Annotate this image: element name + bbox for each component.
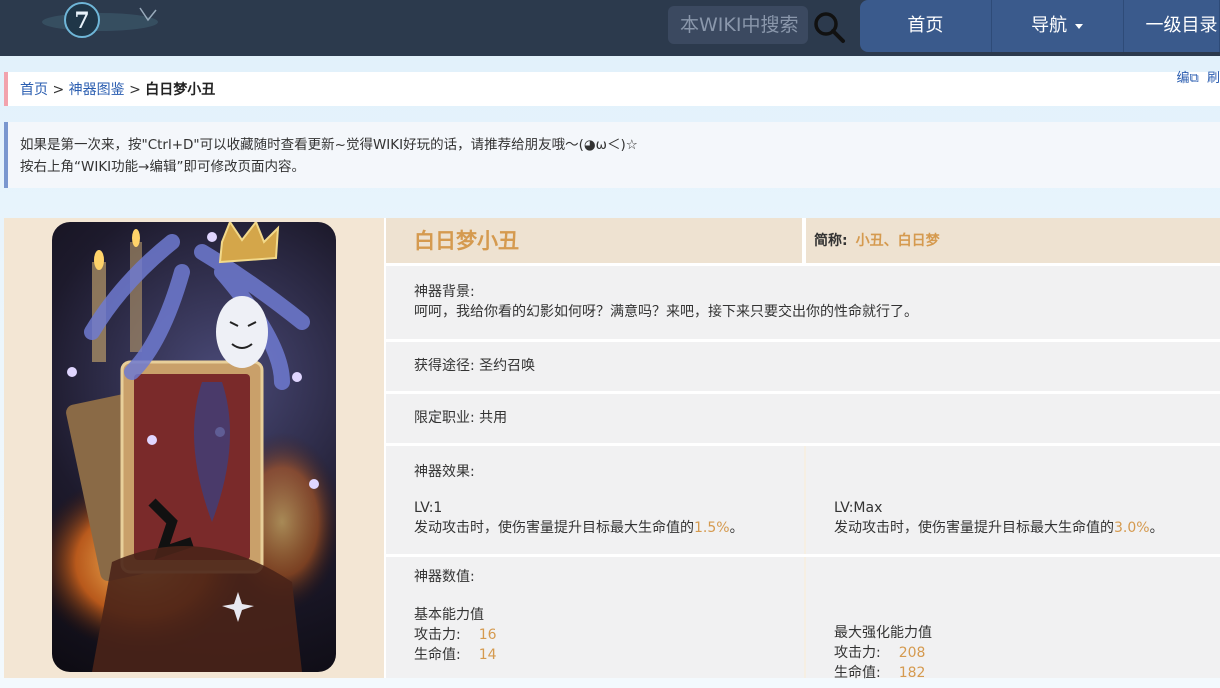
- lvmax-effect: 发动攻击时，使伤害量提升目标最大生命值的3.0%。: [834, 518, 1164, 538]
- lv1-end: 。: [729, 520, 744, 536]
- top-bar: 7 本WIKI中搜索 首页 导航 一级目录: [0, 0, 1220, 56]
- max-hp-row: 生命值: 182: [834, 663, 932, 683]
- job-text: 限定职业: 共用: [414, 410, 508, 426]
- background-row: 神器背景: 呵呵，我给你看的幻影如何呀？满意吗？来吧，接下来只要交出你的性命就行…: [386, 266, 1220, 339]
- breadcrumb-current: 白日梦小丑: [145, 82, 216, 98]
- artifact-infobox: 白日梦小丑 简称: 小丑、白日梦 神器背景: 呵呵，我给你看的幻影如何呀？满意吗？…: [4, 218, 1220, 681]
- site-logo[interactable]: 7: [40, 0, 170, 44]
- page-actions: 编⧉ 刷: [1177, 70, 1220, 88]
- effect-label: 神器效果:: [414, 464, 475, 480]
- breadcrumb-home[interactable]: 首页: [20, 82, 48, 98]
- hp-label: 生命值:: [414, 647, 461, 663]
- effect-row: 神器效果: LV:1 发动攻击时，使伤害量提升目标最大生命值的1.5%。 LV:…: [386, 446, 1220, 554]
- background-label: 神器背景:: [414, 284, 475, 300]
- base-hp-value: 14: [478, 647, 497, 663]
- refresh-link[interactable]: 刷: [1207, 71, 1220, 86]
- breadcrumb: 首页 > 神器图鉴 > 白日梦小丑: [4, 72, 1220, 106]
- max-atk-row: 攻击力: 208: [834, 643, 932, 663]
- lvmax-text: 发动攻击时，使伤害量提升目标最大生命值的: [834, 520, 1114, 536]
- svg-text:7: 7: [74, 8, 89, 34]
- background-text: 呵呵，我给你看的幻影如何呀？满意吗？来吧，接下来只要交出你的性命就行了。: [414, 304, 918, 320]
- alias-label: 简称:: [814, 233, 848, 249]
- nav-home[interactable]: 首页: [860, 0, 992, 52]
- hp-label: 生命值:: [834, 665, 881, 681]
- nav-navigation-label: 导航: [1031, 15, 1068, 36]
- alias-value: 小丑、白日梦: [855, 233, 940, 249]
- notice-line: 按右上角“WIKI功能→编辑”即可修改页面内容。: [20, 159, 305, 175]
- job-row: 限定职业: 共用: [386, 394, 1220, 443]
- max-hp-value: 182: [898, 665, 926, 681]
- external-link-icon: ⧉: [1189, 71, 1199, 86]
- chevron-down-icon: [1075, 23, 1084, 29]
- atk-label: 攻击力:: [414, 627, 461, 643]
- lvmax-value: 3.0%: [1114, 520, 1150, 536]
- breadcrumb-section[interactable]: 神器图鉴: [69, 82, 125, 98]
- lvmax-label: LV:Max: [834, 500, 883, 516]
- lv1-value: 1.5%: [694, 520, 730, 536]
- notice-box: 如果是第一次来，按"Ctrl+D"可以收藏随时查看更新~觉得WIKI好玩的话，请…: [4, 122, 1220, 188]
- nav-navigation[interactable]: 导航: [992, 0, 1124, 52]
- artifact-image-cell: [4, 218, 384, 678]
- search-input[interactable]: 本WIKI中搜索: [668, 6, 808, 44]
- atk-label: 攻击力:: [834, 645, 881, 661]
- stats-row: 神器数值: 基本能力值 攻击力: 16 生命值: 14 最大强化能力值 攻击力: 20…: [386, 557, 1220, 681]
- base-stats-label: 基本能力值: [414, 607, 484, 623]
- nav-level1[interactable]: 一级目录: [1124, 0, 1220, 52]
- max-atk-value: 208: [898, 645, 926, 661]
- source-text: 获得途径: 圣约召唤: [414, 358, 536, 374]
- breadcrumb-separator: >: [129, 82, 141, 98]
- artifact-alias: 简称: 小丑、白日梦: [806, 218, 1220, 263]
- stats-label: 神器数值:: [414, 569, 475, 585]
- base-atk-value: 16: [478, 627, 497, 643]
- lv1-text: 发动攻击时，使伤害量提升目标最大生命值的: [414, 520, 694, 536]
- search-icon[interactable]: [812, 10, 846, 44]
- edit-link[interactable]: 编: [1177, 71, 1190, 86]
- main-nav: 首页 导航 一级目录: [860, 0, 1220, 52]
- max-stats-label: 最大强化能力值: [834, 625, 932, 641]
- artifact-name: 白日梦小丑: [386, 218, 802, 263]
- lvmax-end: 。: [1149, 520, 1164, 536]
- source-row: 获得途径: 圣约召唤: [386, 342, 1220, 391]
- notice-line: 如果是第一次来，按"Ctrl+D"可以收藏随时查看更新~觉得WIKI好玩的话，请…: [20, 137, 638, 153]
- breadcrumb-separator: >: [52, 82, 65, 98]
- artifact-image: [52, 222, 336, 672]
